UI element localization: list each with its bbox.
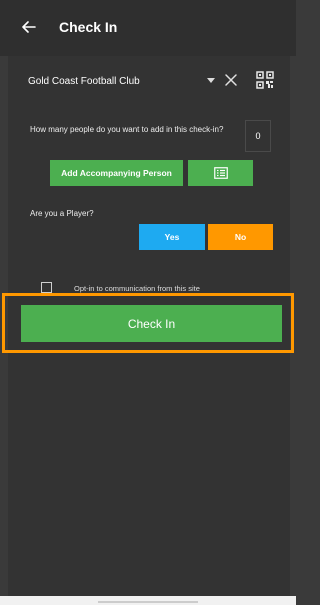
close-icon — [225, 74, 237, 86]
club-select[interactable]: Gold Coast Football Club — [28, 76, 140, 87]
people-count-input[interactable]: 0 — [245, 120, 271, 152]
qr-scan-button[interactable] — [256, 71, 274, 89]
back-button[interactable] — [18, 16, 40, 38]
player-question: Are you a Player? — [30, 209, 94, 218]
opt-in-checkbox[interactable] — [41, 282, 52, 293]
people-count-question: How many people do you want to add in th… — [30, 125, 224, 134]
app-bar: Check In — [0, 0, 296, 56]
opt-in-label: Opt-in to communication from this site — [74, 284, 200, 293]
no-button[interactable]: No — [208, 224, 273, 250]
chevron-down-icon[interactable] — [207, 78, 215, 83]
arrow-left-icon — [22, 21, 36, 33]
qr-code-icon — [256, 71, 274, 89]
add-accompanying-person-button[interactable]: Add Accompanying Person — [50, 160, 183, 186]
yes-button[interactable]: Yes — [139, 224, 205, 250]
clear-button[interactable] — [224, 73, 238, 87]
page-title: Check In — [59, 19, 118, 35]
home-indicator — [98, 601, 198, 603]
accompanying-list-button[interactable] — [188, 160, 253, 186]
check-in-button[interactable]: Check In — [21, 305, 282, 342]
list-icon — [213, 167, 228, 179]
